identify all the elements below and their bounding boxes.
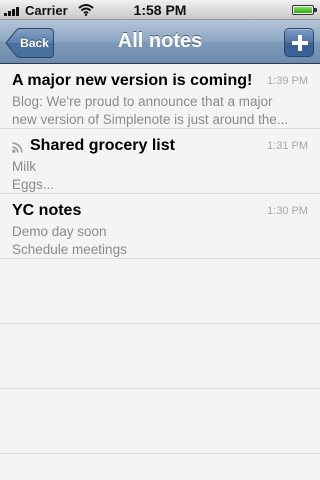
plus-icon bbox=[292, 35, 308, 51]
note-row[interactable]: A major new version is coming! 1:39 PM B… bbox=[0, 64, 320, 129]
note-time: 1:39 PM bbox=[267, 75, 308, 87]
status-bar: Carrier 1:58 PM bbox=[0, 0, 320, 20]
battery-icon bbox=[292, 5, 314, 15]
battery-level bbox=[294, 7, 312, 13]
note-snippet: Eggs... bbox=[12, 177, 55, 192]
note-row[interactable]: Shared grocery list 1:31 PM Milk Eggs... bbox=[0, 129, 320, 194]
note-snippet: Demo day soon bbox=[12, 224, 107, 239]
note-snippet: Blog: We're proud to announce that a maj… bbox=[12, 94, 273, 109]
note-snippet: new version of Simplenote is just around… bbox=[12, 112, 289, 127]
note-time: 1:30 PM bbox=[267, 205, 308, 217]
shared-feed-icon bbox=[12, 142, 23, 153]
note-title: A major new version is coming! bbox=[12, 72, 253, 89]
battery-tip bbox=[314, 8, 317, 12]
navigation-bar: Back All notes bbox=[0, 20, 320, 64]
note-snippet: Milk bbox=[12, 159, 36, 174]
empty-row bbox=[0, 324, 320, 389]
page-title: All notes bbox=[117, 30, 203, 52]
status-time: 1:58 PM bbox=[133, 2, 187, 18]
note-row[interactable]: YC notes 1:30 PM Demo day soon Schedule … bbox=[0, 194, 320, 259]
empty-row bbox=[0, 259, 320, 324]
add-note-button[interactable] bbox=[284, 28, 314, 57]
empty-row bbox=[0, 389, 320, 454]
note-title: YC notes bbox=[12, 202, 82, 219]
notes-list: A major new version is coming! 1:39 PM B… bbox=[0, 64, 320, 480]
note-snippet: Schedule meetings bbox=[12, 242, 127, 257]
note-time: 1:31 PM bbox=[267, 140, 308, 152]
note-title: Shared grocery list bbox=[30, 137, 175, 154]
